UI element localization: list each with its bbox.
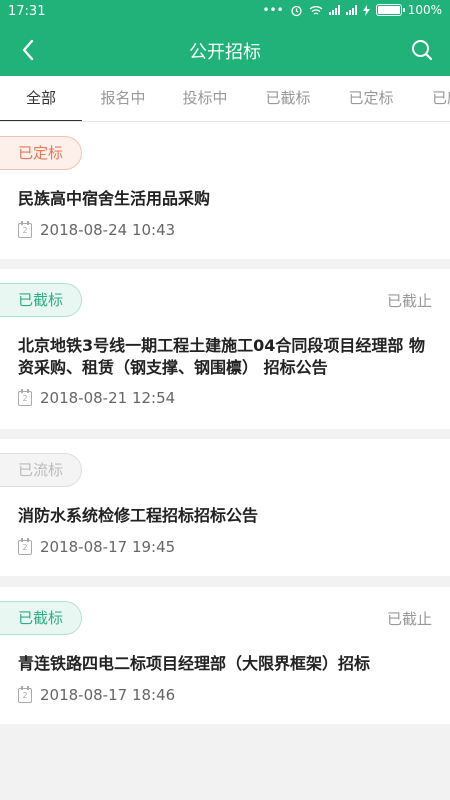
more-dots-icon: ••• (262, 3, 284, 17)
battery-percentage: 100% (407, 3, 442, 17)
tab-all[interactable]: 全部 (0, 76, 82, 121)
battery-icon (375, 4, 405, 16)
list-item[interactable]: 已流标 消防水系统检修工程招标招标公告 2 2018-08-17 19:45 (0, 439, 450, 576)
search-button[interactable] (404, 32, 440, 68)
status-bar: 17:31 ••• 100% (0, 0, 450, 24)
calendar-icon: 2 (18, 685, 32, 703)
status-time: 17:31 (8, 4, 46, 19)
item-title: 北京地铁3号线一期工程土建施工04合同段项目经理部 物资采购、租赁（钢支撑、钢围… (18, 336, 425, 377)
tab-bar: 全部 报名中 投标中 已截标 已定标 已废标 (0, 76, 450, 122)
date-row: 2 2018-08-24 10:43 (18, 220, 176, 239)
item-date: 2018-08-17 19:45 (40, 538, 176, 556)
page-title: 公开招标 (189, 42, 261, 63)
item-title: 青连铁路四电二标项目经理部（大限界框架）招标 (18, 654, 371, 673)
search-icon (412, 40, 433, 61)
tab-abandoned[interactable]: 已废标 (414, 76, 450, 121)
list-item[interactable]: 已定标 民族高中宿舍生活用品采购 2 2018-08-24 10:43 (0, 122, 450, 259)
item-date: 2018-08-17 18:46 (40, 686, 176, 704)
date-row: 2 2018-08-17 19:45 (18, 537, 176, 556)
app-bar: 公开招标 (0, 24, 450, 76)
date-row: 2 2018-08-21 12:54 (18, 388, 176, 407)
deadline-status: 已截止 (386, 610, 432, 628)
status-badge: 已截标 (0, 283, 83, 317)
signal-icon (345, 5, 357, 15)
status-badge: 已定标 (0, 136, 83, 170)
wifi-icon (309, 5, 323, 15)
status-badge: 已流标 (0, 453, 83, 487)
item-title: 民族高中宿舍生活用品采购 (18, 189, 211, 208)
item-date: 2018-08-21 12:54 (40, 389, 176, 407)
list-item[interactable]: 已截标 已截止 青连铁路四电二标项目经理部（大限界框架）招标 2 2018-08… (0, 587, 450, 724)
tab-bidding[interactable]: 投标中 (164, 76, 246, 121)
alarm-icon (291, 5, 302, 16)
status-icons: ••• 100% (262, 3, 442, 17)
item-date: 2018-08-24 10:43 (40, 221, 176, 239)
calendar-icon: 2 (18, 220, 32, 238)
list-item[interactable]: 已截标 已截止 北京地铁3号线一期工程土建施工04合同段项目经理部 物资采购、租… (0, 269, 450, 429)
tab-closed[interactable]: 已截标 (247, 76, 329, 121)
charging-icon (362, 4, 370, 16)
status-badge: 已截标 (0, 601, 83, 635)
date-row: 2 2018-08-17 18:46 (18, 685, 176, 704)
calendar-icon: 2 (18, 537, 32, 555)
item-title: 消防水系统检修工程招标招标公告 (18, 506, 259, 525)
signal-icon (328, 5, 340, 15)
deadline-status: 已截止 (386, 292, 432, 310)
calendar-icon: 2 (18, 388, 32, 406)
tab-registering[interactable]: 报名中 (82, 76, 164, 121)
tab-awarded[interactable]: 已定标 (330, 76, 412, 121)
